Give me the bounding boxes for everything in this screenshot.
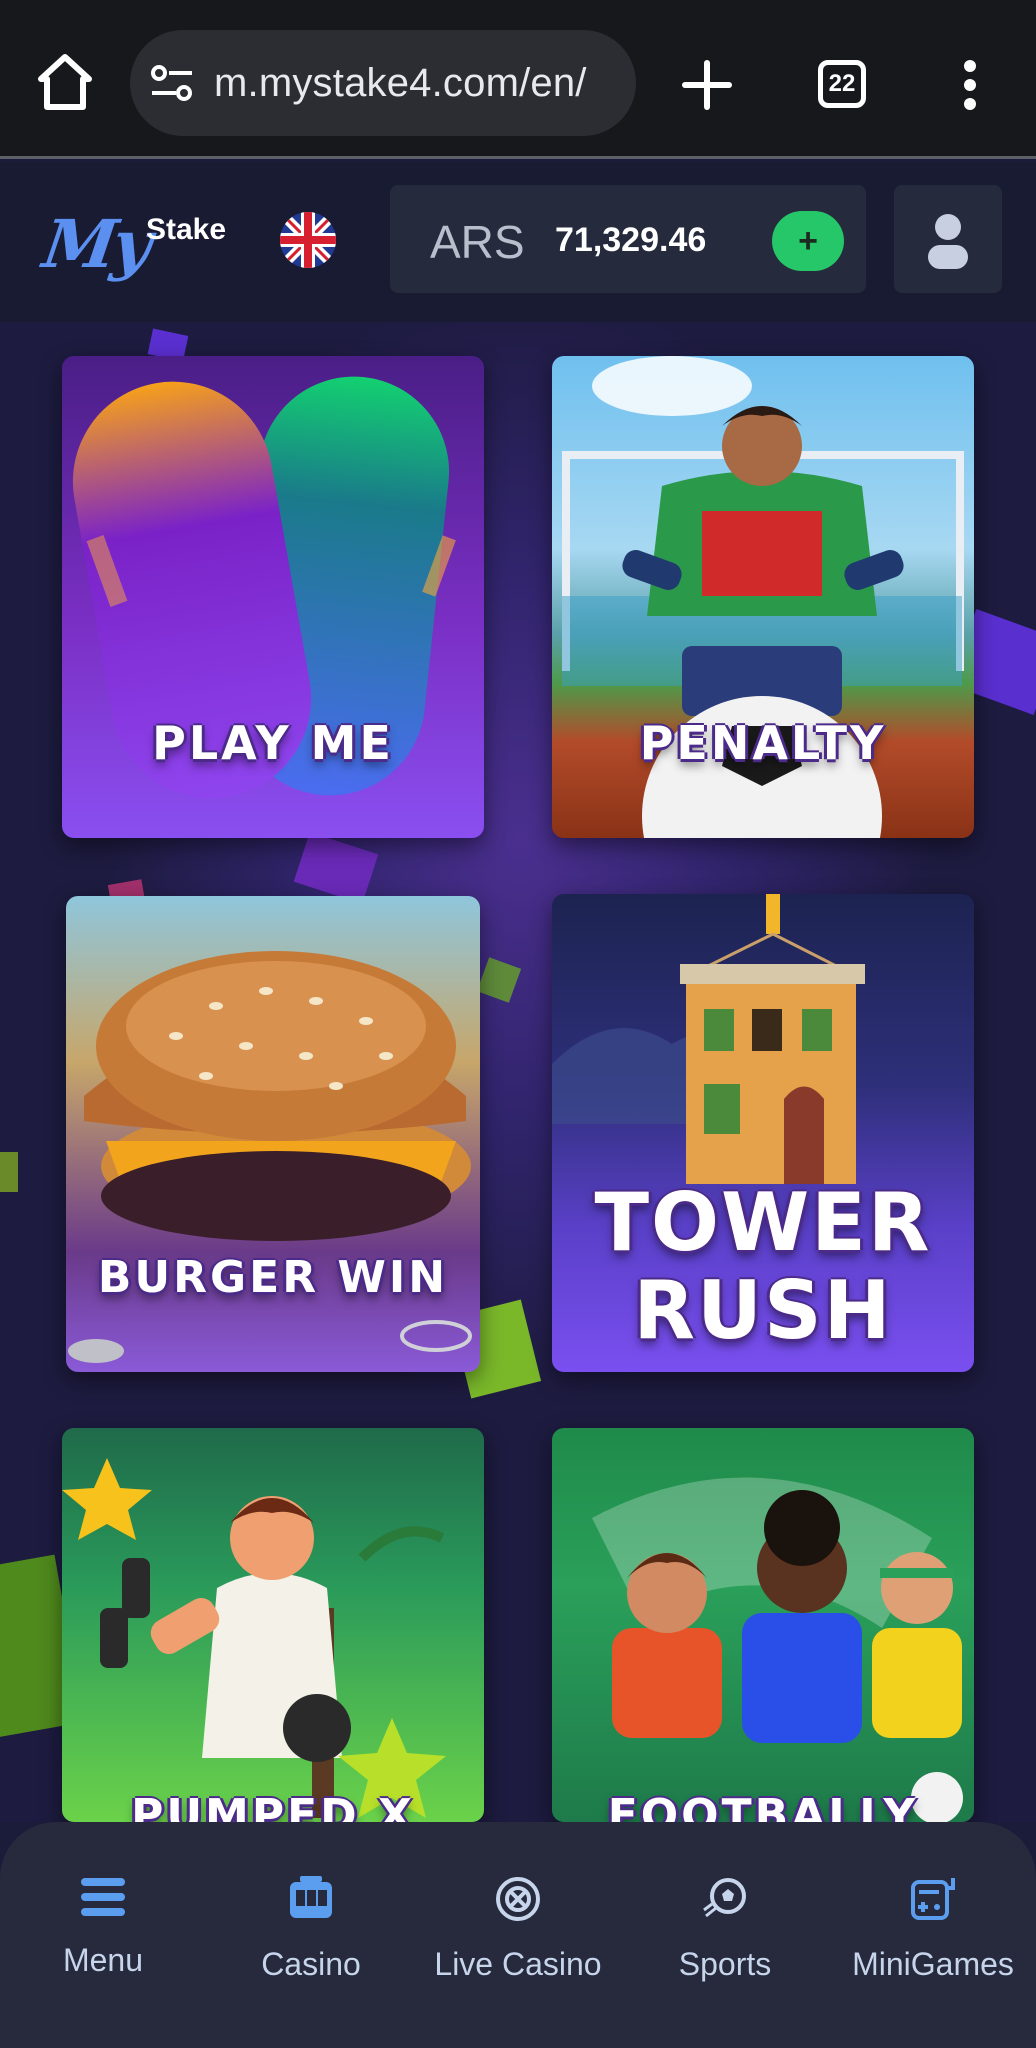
soccer-ball-icon — [703, 1878, 746, 1918]
game-title: TOWER — [594, 1176, 932, 1269]
deposit-button[interactable]: + — [772, 211, 844, 271]
nav-live-casino[interactable]: Live Casino — [423, 1876, 613, 1983]
game-title: PENALTY — [639, 716, 887, 770]
gamepad-icon — [911, 1878, 955, 1920]
balance-amount: 71,329.46 — [555, 221, 707, 259]
pumped-x-artwork — [62, 1458, 446, 1818]
user-icon — [928, 214, 968, 269]
slot-machine-icon — [290, 1876, 332, 1918]
nav-label: Live Casino — [434, 1946, 602, 1982]
nav-casino[interactable]: Casino — [216, 1876, 406, 1983]
tab-count: 22 — [828, 70, 856, 97]
game-title: PUMPED X — [131, 1790, 415, 1822]
logo-text: Stake — [146, 213, 227, 246]
footbally-artwork — [592, 1477, 963, 1822]
game-card-pumped-x[interactable]: PUMPED X — [62, 1428, 484, 1822]
currency-code: ARS — [430, 216, 525, 268]
game-title: BURGER WIN — [97, 1252, 449, 1303]
logo-script: My — [38, 205, 153, 283]
nav-label: Menu — [62, 1942, 144, 1978]
address-bar[interactable]: m.mystake4.com/en/ — [130, 30, 636, 136]
menu-icon — [81, 1878, 125, 1916]
confetti-shape — [0, 1152, 18, 1192]
url-text: m.mystake4.com/en/ — [214, 60, 587, 105]
nav-label: MiniGames — [852, 1946, 1014, 1982]
game-card-penalty[interactable]: PENALTY — [552, 356, 974, 838]
browser-toolbar: m.mystake4.com/en/ 22 — [0, 0, 1036, 159]
game-card-burger-win[interactable]: BURGER WIN — [66, 896, 480, 1372]
mystake-logo[interactable]: My Stake — [39, 205, 234, 283]
roulette-icon — [496, 1877, 540, 1921]
tab-switcher-button[interactable]: 22 — [818, 60, 866, 108]
game-title: PLAY ME — [152, 716, 394, 770]
nav-label: Casino — [261, 1946, 361, 1982]
home-icon[interactable] — [36, 52, 94, 112]
nav-minigames[interactable]: MiniGames — [838, 1876, 1028, 1983]
game-card-tower-rush[interactable]: TOWER RUSH — [552, 894, 974, 1372]
confetti-shape — [476, 957, 522, 1003]
nav-sports[interactable]: Sports — [630, 1876, 820, 1983]
game-card-play-me[interactable]: PLAY ME — [62, 356, 484, 838]
nav-label: Sports — [678, 1946, 772, 1982]
balance-widget[interactable]: ARS 71,329.46 + — [390, 185, 866, 293]
game-title: FOOTBALLY — [607, 1790, 919, 1822]
game-card-footbally[interactable]: FOOTBALLY — [552, 1428, 974, 1822]
more-options-icon[interactable] — [960, 60, 980, 110]
nav-menu[interactable]: Menu — [8, 1876, 198, 1979]
confetti-shape — [293, 832, 379, 904]
uk-flag-icon[interactable] — [280, 212, 336, 268]
plus-icon: + — [798, 221, 818, 260]
site-settings-icon[interactable] — [150, 63, 194, 103]
game-title: RUSH — [633, 1264, 893, 1357]
account-button[interactable] — [894, 185, 1002, 293]
plus-icon[interactable] — [682, 60, 732, 110]
